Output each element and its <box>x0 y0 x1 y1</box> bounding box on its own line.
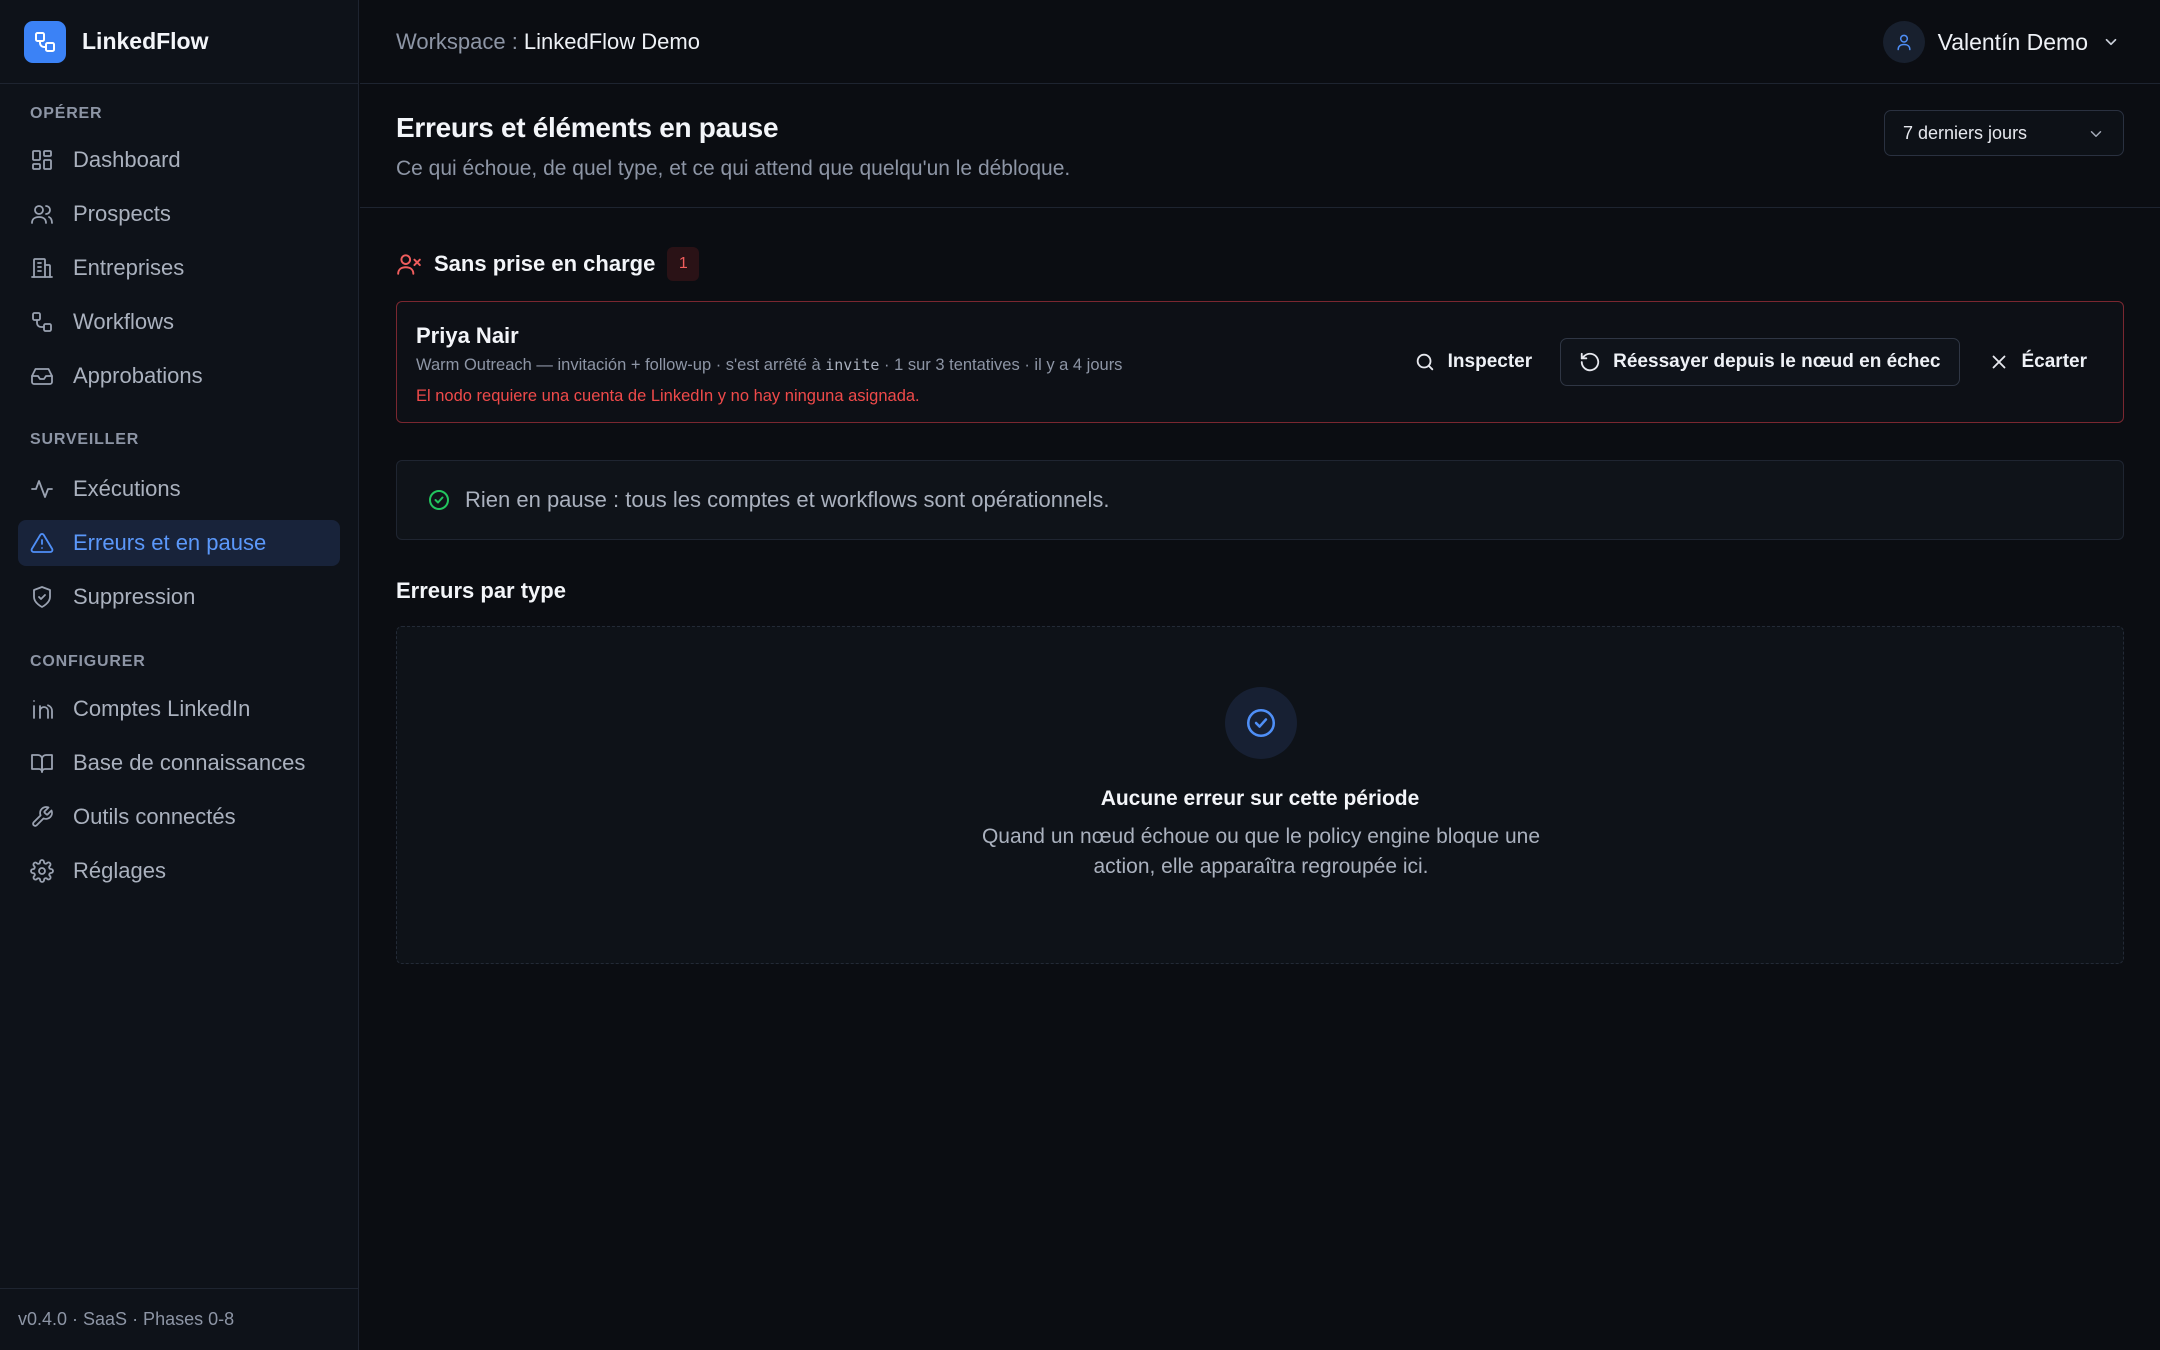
nav-section-surveiller: SURVEILLER <box>30 431 140 448</box>
sidebar-item-label: Outils connectés <box>73 804 236 829</box>
error-item-card: Priya Nair Warm Outreach — invitación + … <box>396 301 2124 423</box>
user-name: Valentín Demo <box>1937 28 2088 55</box>
linkedin-icon <box>30 697 54 721</box>
error-item-meta: Warm Outreach — invitación + follow-up ·… <box>416 356 1122 375</box>
inbox-icon <box>30 364 54 388</box>
building-icon <box>30 256 54 280</box>
dismiss-button-label: Écarter <box>2021 351 2088 372</box>
sidebar-item-label: Base de connaissances <box>73 750 306 775</box>
error-item-meta-after: · 1 sur 3 tentatives · il y a 4 jours <box>879 356 1123 374</box>
sidebar-item-settings[interactable]: Réglages <box>18 848 340 894</box>
user-menu[interactable]: Valentín Demo <box>1882 21 2120 63</box>
workspace-name[interactable]: LinkedFlow Demo <box>524 29 700 55</box>
sidebar-item-label: Dashboard <box>73 147 181 172</box>
sidebar-item-label: Comptes LinkedIn <box>73 696 251 721</box>
nav-section-configurer: CONFIGURER <box>30 653 146 670</box>
workspace-label: Workspace : <box>396 28 518 54</box>
inspect-button[interactable]: Inspecter <box>1402 338 1544 386</box>
sidebar-item-errors[interactable]: Erreurs et en pause <box>18 520 340 566</box>
sidebar-item-label: Erreurs et en pause <box>73 530 267 555</box>
page-subtitle: Ce qui échoue, de quel type, et ce qui a… <box>396 157 1071 180</box>
alert-triangle-icon <box>30 531 54 555</box>
sidebar-item-approbations[interactable]: Approbations <box>18 353 340 399</box>
dashboard-icon <box>30 148 54 172</box>
unassigned-title: Sans prise en charge <box>434 251 656 276</box>
check-circle-icon <box>427 488 451 512</box>
sidebar: LinkedFlow OPÉRER Dashboard Prospects En… <box>0 0 359 1350</box>
book-icon <box>30 751 54 775</box>
sidebar-item-label: Exécutions <box>73 476 181 501</box>
unassigned-count-badge: 1 <box>667 247 700 281</box>
activity-icon <box>30 477 54 501</box>
sidebar-item-label: Workflows <box>73 309 175 334</box>
users-icon <box>30 202 54 226</box>
sidebar-item-connected-tools[interactable]: Outils connectés <box>18 794 340 840</box>
sidebar-item-knowledge-base[interactable]: Base de connaissances <box>18 740 340 786</box>
retry-button-label: Réessayer depuis le nœud en échec <box>1613 351 1941 372</box>
sidebar-item-entreprises[interactable]: Entreprises <box>18 245 340 291</box>
chevron-down-icon <box>2102 33 2120 51</box>
period-select-value: 7 derniers jours <box>1903 122 2028 143</box>
errors-by-type-empty-state: Aucune erreur sur cette période Quand un… <box>396 626 2124 964</box>
paused-status-banner: Rien en pause : tous les comptes et work… <box>396 460 2124 540</box>
dismiss-button[interactable]: Écarter <box>1976 338 2100 386</box>
topbar: Workspace : LinkedFlow Demo Valentín Dem… <box>360 0 2160 84</box>
paused-status-text: Rien en pause : tous les comptes et work… <box>465 487 1110 512</box>
sidebar-item-linkedin-accounts[interactable]: Comptes LinkedIn <box>18 686 340 732</box>
shield-icon <box>30 585 54 609</box>
empty-state-icon-wrap <box>1225 687 1297 759</box>
avatar <box>1882 21 1925 63</box>
error-item-name[interactable]: Priya Nair <box>416 323 519 349</box>
gear-icon <box>30 859 54 883</box>
sidebar-item-workflows[interactable]: Workflows <box>18 299 340 345</box>
unassigned-section-header: Sans prise en charge 1 <box>396 244 700 284</box>
version-footer: v0.4.0 · SaaS · Phases 0-8 <box>0 1288 359 1350</box>
app-name: LinkedFlow <box>82 28 209 54</box>
error-item-message: El nodo requiere una cuenta de LinkedIn … <box>416 387 920 405</box>
check-circle-icon <box>1246 708 1276 738</box>
workflow-icon <box>30 310 54 334</box>
error-item-meta-before: Warm Outreach — invitación + follow-up ·… <box>416 356 826 374</box>
search-icon <box>1414 351 1436 373</box>
period-select[interactable]: 7 derniers jours <box>1884 110 2124 156</box>
empty-state-title: Aucune erreur sur cette période <box>1100 787 1420 810</box>
chevron-down-icon <box>2087 125 2105 143</box>
retry-button[interactable]: Réessayer depuis le nœud en échec <box>1560 338 1960 386</box>
empty-state-description: Quand un nœud échoue ou que le policy en… <box>981 825 1541 878</box>
brand[interactable]: LinkedFlow <box>0 0 358 84</box>
wrench-icon <box>30 805 54 829</box>
sidebar-item-label: Réglages <box>73 858 166 883</box>
sidebar-item-executions[interactable]: Exécutions <box>18 466 340 512</box>
page-title: Erreurs et éléments en pause <box>396 112 779 143</box>
close-icon <box>1988 351 2010 373</box>
sidebar-item-label: Entreprises <box>73 255 185 280</box>
error-item-node: invite <box>825 356 880 374</box>
retry-icon <box>1579 351 1601 373</box>
errors-by-type-title: Erreurs par type <box>396 578 566 603</box>
sidebar-item-suppression[interactable]: Suppression <box>18 574 340 620</box>
sidebar-item-label: Approbations <box>73 363 203 388</box>
inspect-button-label: Inspecter <box>1447 351 1533 372</box>
sidebar-item-dashboard[interactable]: Dashboard <box>18 137 340 183</box>
user-x-icon <box>396 251 422 277</box>
logo-icon <box>24 20 66 63</box>
nav-section-operer: OPÉRER <box>30 105 103 122</box>
sidebar-item-label: Prospects <box>73 201 171 226</box>
user-icon <box>1896 34 1911 51</box>
page-header: Erreurs et éléments en pause Ce qui écho… <box>360 84 2160 208</box>
sidebar-item-label: Suppression <box>73 584 196 609</box>
error-item-actions: Inspecter Réessayer depuis le nœud en éc… <box>1402 338 2099 386</box>
sidebar-item-prospects[interactable]: Prospects <box>18 191 340 237</box>
